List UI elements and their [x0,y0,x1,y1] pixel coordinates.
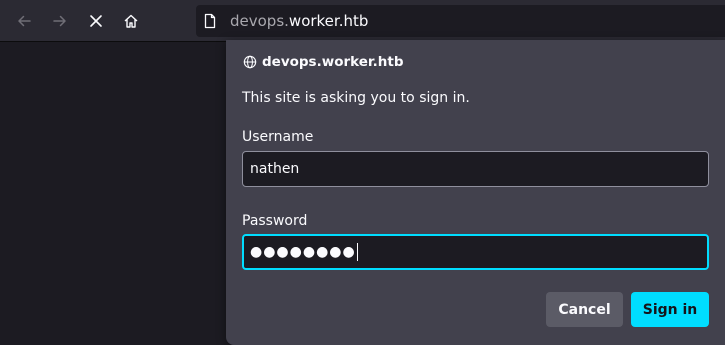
username-label: Username [242,129,314,145]
dialog-host-row: devops.worker.htb [243,52,404,72]
username-field[interactable]: nathen [242,151,709,187]
dialog-host: devops.worker.htb [262,54,404,70]
home-icon [124,14,138,28]
back-button[interactable] [8,5,40,37]
cancel-button[interactable]: Cancel [546,292,623,327]
forward-button[interactable] [44,5,76,37]
dialog-message: This site is asking you to sign in. [242,90,470,106]
url-subdomain: devops. [230,12,289,30]
password-label: Password [242,213,308,229]
arrow-left-icon [18,15,31,27]
password-value: ●●●●●●●● [250,244,356,260]
auth-dialog: devops.worker.htb This site is asking yo… [226,40,725,345]
text-caret [356,243,358,261]
password-field[interactable]: ●●●●●●●● [242,234,709,270]
browser-toolbar: devops.worker.htb [0,0,725,42]
close-icon [90,15,102,27]
arrow-right-icon [53,15,66,27]
url-bar[interactable]: devops.worker.htb [196,5,725,37]
sign-in-button[interactable]: Sign in [631,292,709,327]
url-domain: worker.htb [288,12,369,30]
username-value: nathen [250,161,300,177]
stop-button[interactable] [80,5,112,37]
globe-icon [243,55,257,69]
page-icon [204,13,216,29]
url-text: devops.worker.htb [230,5,368,37]
home-button[interactable] [115,5,147,37]
